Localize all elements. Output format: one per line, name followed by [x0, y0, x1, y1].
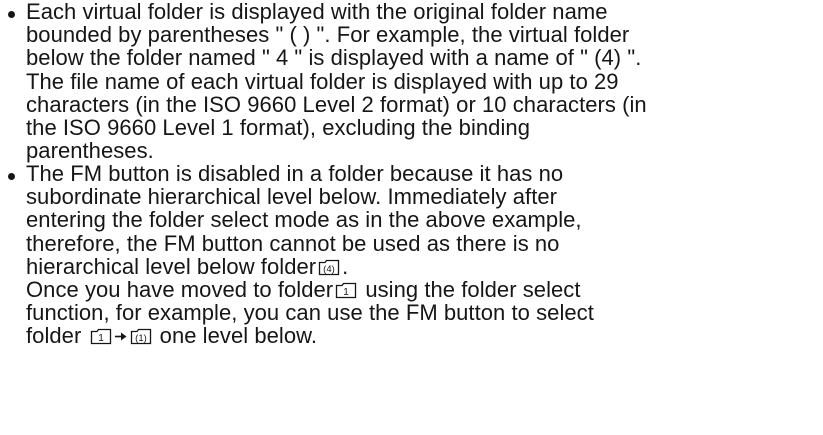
text-line: Each virtual folder is displayed with th… — [26, 0, 608, 24]
folder-1-icon: 1 — [90, 327, 112, 345]
text-line: entering the folder select mode as in th… — [26, 207, 582, 233]
text-line-with-icon: folder 1 (1) one level below. — [26, 324, 594, 347]
text-fragment: one level below. — [153, 323, 318, 349]
text-line: The FM button is disabled in a folder be… — [26, 161, 564, 186]
virtual-folder-1-icon: (1) — [130, 327, 152, 345]
text-line: characters (in the ISO 9660 Level 2 form… — [26, 91, 647, 117]
text-line: subordinate hierarchical level below. Im… — [26, 184, 558, 210]
bullet-text: The FM button is disabled in a folder be… — [26, 162, 594, 348]
bullet-marker — [8, 11, 15, 18]
text-line: function, for example, you can use the F… — [26, 300, 594, 326]
bullet-marker — [8, 173, 15, 180]
text-line: parentheses. — [26, 138, 154, 164]
text-fragment: hierarchical level below folder — [26, 253, 317, 279]
bullet-text: Each virtual folder is displayed with th… — [26, 0, 647, 162]
svg-text:1: 1 — [343, 287, 349, 298]
text-line: bounded by parentheses " ( ) ". For exam… — [26, 22, 630, 48]
text-line-with-icon: Once you have moved to folder 1 using the… — [26, 278, 594, 301]
text-line-with-icon: hierarchical level below folder (4). — [26, 255, 594, 278]
text-line: therefore, the FM button cannot be used … — [26, 230, 560, 256]
svg-text:(1): (1) — [135, 333, 147, 344]
text-line: the ISO 9660 Level 1 format), excluding … — [26, 115, 530, 141]
folder-1-icon: 1 — [335, 281, 357, 299]
virtual-folder-4-icon: (4) — [318, 258, 340, 276]
text-line: The file name of each virtual folder is … — [26, 68, 619, 94]
document-page: Each virtual folder is displayed with th… — [0, 0, 823, 435]
text-fragment: Once you have moved to folder — [26, 277, 334, 303]
text-fragment: . — [342, 253, 349, 279]
arrow-right-icon — [114, 327, 128, 345]
text-line: below the folder named " 4 " is displaye… — [26, 45, 642, 71]
text-fragment: using the folder select — [359, 277, 581, 303]
svg-text:1: 1 — [98, 333, 104, 344]
svg-text:(4): (4) — [323, 264, 335, 275]
text-fragment: folder — [26, 323, 88, 349]
